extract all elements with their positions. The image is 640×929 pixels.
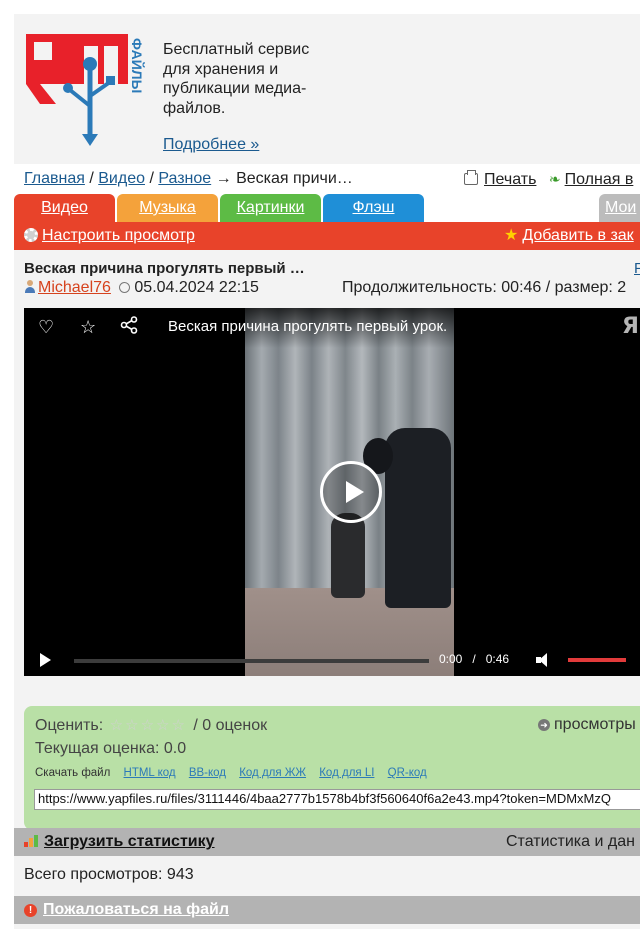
breadcrumb-misc[interactable]: Разное (158, 170, 211, 187)
rating-row: Оценить: ☆☆☆☆☆ / 0 оценок (35, 716, 267, 735)
file-side-link[interactable]: F (634, 260, 640, 277)
load-stats-link[interactable]: Загрузить статистику (44, 833, 215, 850)
video-cat (331, 513, 365, 598)
author-link[interactable]: Michael76 (38, 279, 111, 296)
site-tagline: Бесплатный сервис для хранения и публика… (163, 41, 310, 117)
user-icon (24, 280, 36, 294)
rating-panel: Оценить: ☆☆☆☆☆ / 0 оценок ➜ просмотры Тек… (24, 706, 640, 830)
site-header: ФАЙЛЫ Бесплатный сервис для хранения и п… (14, 14, 640, 164)
li-code-link[interactable]: Код для LI (319, 767, 374, 779)
page: ФАЙЛЫ Бесплатный сервис для хранения и п… (14, 14, 640, 929)
video-player[interactable]: ♡ ☆ Веская причина прогулять первый урок… (24, 308, 640, 676)
bar-chart-icon (24, 835, 40, 847)
big-play-button[interactable] (320, 461, 382, 523)
tab-mine[interactable]: Мои (599, 194, 640, 222)
rating-stars[interactable]: ☆☆☆☆☆ (110, 717, 187, 734)
star-icon: ★ (504, 227, 519, 244)
current-time: 0:00 (439, 652, 463, 666)
clock-icon (119, 282, 131, 293)
view-toolbar: Настроить просмотр ★ Добавить в зак (14, 222, 640, 250)
stats-right-label: Статистика и дан (506, 833, 635, 850)
gear-icon (24, 228, 38, 242)
current-rating: Текущая оценка: 0.0 (35, 740, 187, 757)
player-controls: 0:00/0:46 (24, 644, 640, 676)
views-link-row: ➜ просмотры (538, 716, 636, 734)
site-logo[interactable]: ФАЙЛЫ (26, 30, 156, 160)
heart-icon[interactable]: ♡ (38, 316, 54, 338)
warning-icon: ! (24, 904, 37, 917)
total-views: Всего просмотров: 943 (24, 866, 194, 883)
embed-code-links: Скачать файл HTML код BB-код Код для ЖЖ … (35, 767, 427, 779)
rating-label: Оценить: (35, 717, 104, 734)
add-bookmark-link[interactable]: Добавить в зак (522, 227, 633, 244)
tab-music[interactable]: Музыка (117, 194, 218, 222)
report-file-link[interactable]: Пожаловаться на файл (43, 901, 229, 918)
breadcrumb-home[interactable]: Главная (24, 170, 85, 187)
report-bar: ! Пожаловаться на файл (14, 896, 640, 924)
volume-icon[interactable] (536, 653, 552, 667)
views-label[interactable]: просмотры (554, 716, 636, 733)
download-label: Скачать файл (35, 767, 111, 779)
play-icon[interactable] (40, 653, 51, 667)
money-icon: ❧ (548, 171, 561, 187)
volume-slider[interactable] (568, 658, 626, 662)
breadcrumb-video[interactable]: Видео (98, 170, 145, 187)
breadcrumb-separator: / (149, 170, 159, 187)
full-version-link[interactable]: Полная в (565, 171, 634, 188)
category-tabs: Видео Музыка Картинки Флэш Мои (14, 194, 640, 222)
tab-pictures[interactable]: Картинки (220, 194, 321, 222)
lj-code-link[interactable]: Код для ЖЖ (239, 767, 306, 779)
print-link[interactable]: Печать (484, 171, 536, 188)
duration-size: Продолжительность: 00:46 / размер: 2 (342, 279, 627, 296)
breadcrumb: Главная / Видео / Разное → Веская причи…… (14, 164, 640, 194)
time-display: 0:00/0:46 (439, 652, 510, 666)
configure-view-link[interactable]: Настроить просмотр (42, 227, 195, 244)
tab-flash[interactable]: Флэш (323, 194, 424, 222)
printer-icon (464, 170, 478, 185)
file-meta: Michael76 05.04.2024 22:15 (24, 279, 259, 297)
upload-date: 05.04.2024 22:15 (134, 279, 259, 296)
favorite-star-icon[interactable]: ☆ (80, 316, 96, 338)
rating-count: / 0 оценок (193, 717, 268, 734)
tab-video[interactable]: Видео (14, 194, 115, 222)
html-code-link[interactable]: HTML код (124, 767, 176, 779)
stats-bar: Загрузить статистику Статистика и дан (14, 828, 640, 856)
player-top-bar: ♡ ☆ Веская причина прогулять первый урок… (24, 308, 640, 348)
more-link[interactable]: Подробнее » (163, 136, 259, 154)
seek-bar[interactable] (74, 659, 429, 663)
player-watermark: Я (622, 314, 639, 339)
qr-code-link[interactable]: QR-код (388, 767, 427, 779)
video-title: Веская причина прогулять первый урок. (168, 318, 448, 335)
breadcrumb-separator: / (89, 170, 99, 187)
file-title: Веская причина прогулять первый … (24, 260, 305, 277)
breadcrumb-current: → Веская причи… (215, 170, 353, 187)
arrow-icon: ➜ (538, 719, 550, 731)
file-url-field[interactable]: https://www.yapfiles.ru/files/3111446/4b… (34, 789, 640, 810)
total-time: 0:46 (485, 652, 510, 666)
video-person (385, 428, 451, 608)
share-icon[interactable] (120, 316, 138, 339)
bb-code-link[interactable]: BB-код (189, 767, 226, 779)
svg-text:ФАЙЛЫ: ФАЙЛЫ (129, 38, 146, 93)
